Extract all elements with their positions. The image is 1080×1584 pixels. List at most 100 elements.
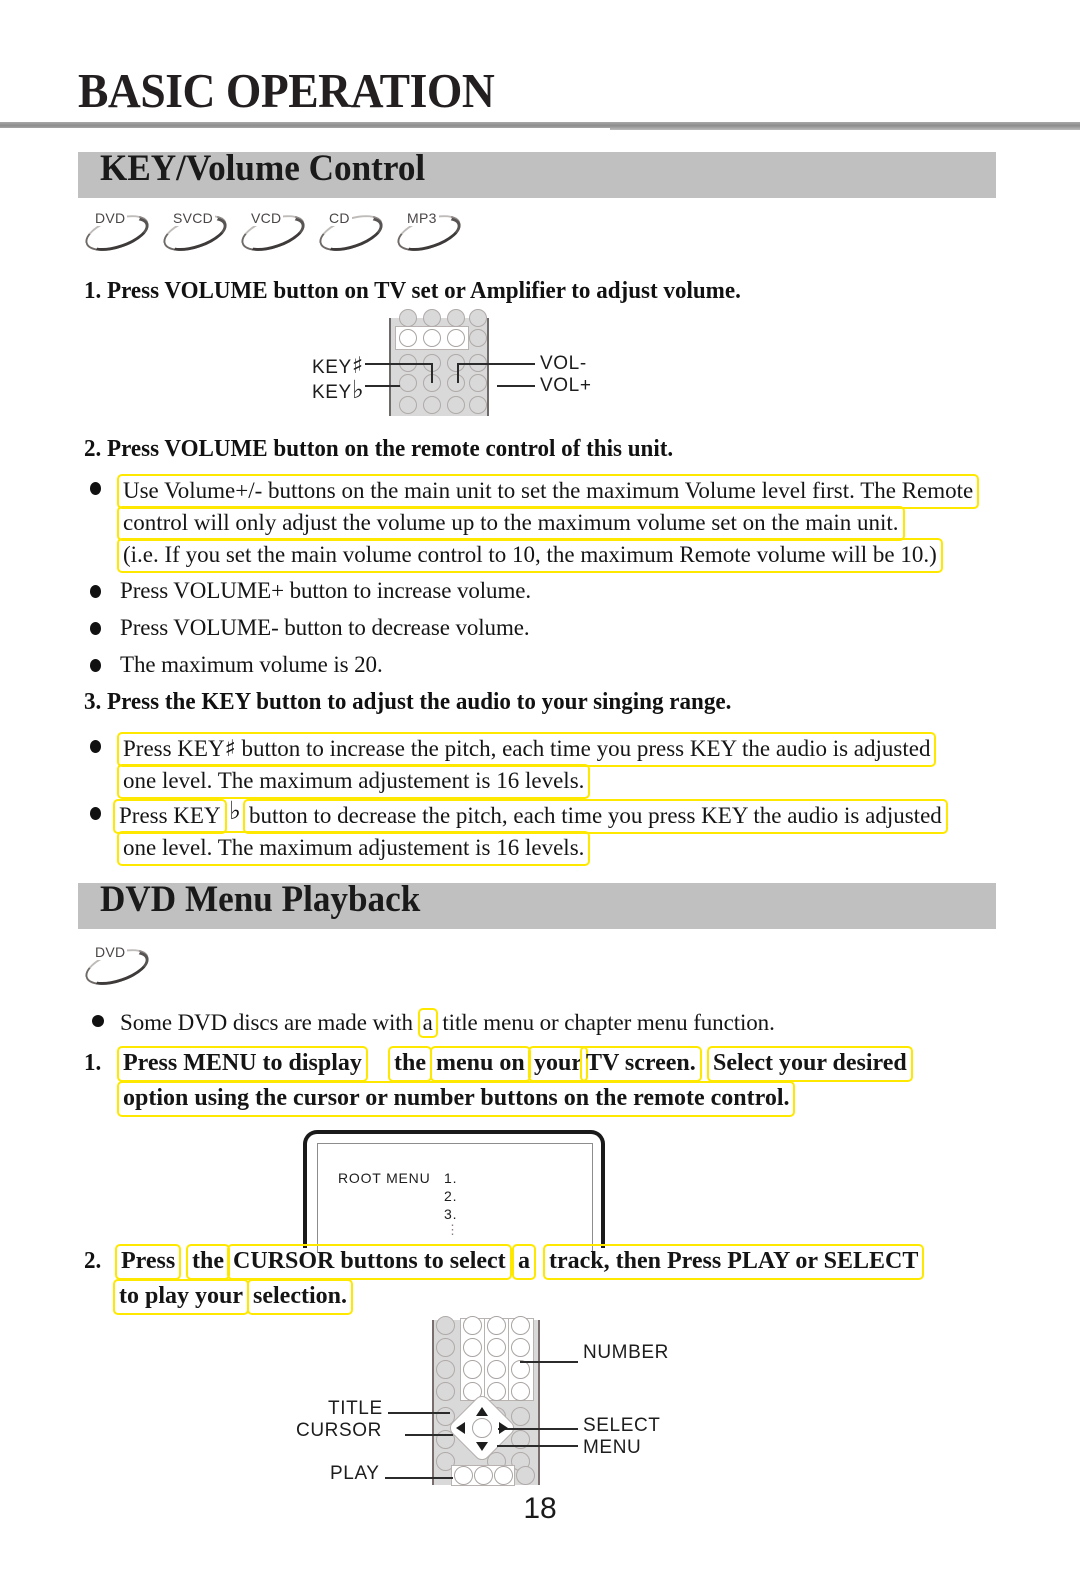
remote-button-number: [487, 1382, 506, 1401]
dvd-step-2-line-2-seg-1: to play your: [113, 1279, 250, 1315]
remote-button-number: [487, 1338, 506, 1357]
dvd-step-1-seg-4: your: [528, 1046, 588, 1082]
disc-badge-row-key-volume: DVD SVCD VCD CD MP3: [80, 208, 470, 258]
remote-button-number: [463, 1360, 482, 1379]
remote-button: [399, 396, 417, 414]
bullet-marker: [92, 1015, 104, 1027]
step-2-heading: 2. Press VOLUME button on the remote con…: [84, 436, 674, 462]
remote-button: [474, 1466, 493, 1485]
disc-badge-dvd: DVD: [80, 942, 158, 992]
leader-line-key-sharp-down: [431, 363, 433, 383]
step-3-bullet-2-prefix: Press KEY: [113, 799, 227, 834]
bullet-marker: [90, 659, 101, 672]
tv-screen-inner: ROOT MENU 1. 2. 3. ⋮: [317, 1143, 593, 1252]
step-2-bullet-1-line-2: control will only adjust the volume up t…: [117, 506, 905, 541]
disc-badge-dvd: DVD: [80, 208, 158, 258]
tv-screen-diagram: ROOT MENU 1. 2. 3. ⋮: [303, 1130, 605, 1252]
remote-button: [399, 309, 417, 327]
remote-label-vol-plus: VOL+: [540, 375, 592, 396]
step-3-bullet-1-line-2: one level. The maximum adjustement is 16…: [117, 764, 591, 799]
bullet-marker: [90, 585, 101, 598]
step-2-bullet-4: The maximum volume is 20.: [120, 652, 383, 677]
remote-grid-line: [508, 1318, 510, 1401]
disc-badge-label: VCD: [249, 210, 284, 226]
remote-button-vol-minus: [447, 374, 465, 392]
disc-badge-label: DVD: [93, 944, 128, 960]
arrow-right-icon: [499, 1422, 508, 1434]
title-divider-highlight: [0, 128, 610, 131]
dvd-step-1-seg-5: TV screen.: [580, 1046, 702, 1082]
section-header-key-volume-label: KEY/Volume Control: [100, 148, 426, 189]
remote-button-number: [511, 1338, 530, 1357]
leader-line-vol-minus: [457, 363, 535, 365]
remote-button-key-flat: [399, 374, 417, 392]
remote-button-number: [511, 1382, 530, 1401]
remote-button: [447, 329, 465, 347]
page-title: BASIC OPERATION: [78, 63, 495, 118]
bullet-marker: [90, 740, 101, 753]
tv-menu-item-1: 1.: [444, 1170, 458, 1186]
dvd-step-1-number: 1.: [84, 1050, 102, 1076]
remote-button-play: [454, 1466, 473, 1485]
bullet-marker: [90, 482, 101, 495]
highlight-segment: a: [417, 1008, 438, 1038]
remote-button-number: [463, 1316, 482, 1335]
remote-label-menu: MENU: [583, 1437, 642, 1458]
disc-badge-label: DVD: [93, 210, 128, 226]
disc-badge-mp3: MP3: [392, 208, 470, 258]
leader-line-menu: [497, 1445, 578, 1447]
disc-badge-row-dvd-menu: DVD: [80, 942, 158, 992]
disc-badge-label: CD: [327, 210, 352, 226]
remote-button-number: [487, 1360, 506, 1379]
page-number: 18: [523, 1492, 557, 1525]
remote-button-number: [511, 1360, 530, 1379]
dvd-intro-bullet: Some DVD discs are made with a title men…: [120, 1008, 775, 1038]
remote-button: [423, 396, 441, 414]
remote-button: [436, 1382, 455, 1401]
manual-page: BASIC OPERATION KEY/Volume Control DVD S…: [0, 0, 1080, 1584]
dvd-step-2-line-2-seg-2: selection.: [247, 1279, 353, 1315]
step-2-bullet-3: Press VOLUME- button to decrease volume.: [120, 615, 530, 640]
section-header-dvd-menu: DVD Menu Playback: [78, 879, 996, 929]
disc-badge-vcd: VCD: [236, 208, 314, 258]
dvd-step-2-seg-1: Press: [115, 1244, 182, 1280]
remote-label-number: NUMBER: [583, 1342, 669, 1363]
disc-badge-label: SVCD: [171, 210, 216, 226]
remote-button-number: [463, 1338, 482, 1357]
disc-badge-label: MP3: [405, 210, 439, 226]
dvd-step-2-seg-2: the: [186, 1244, 230, 1280]
remote-button-number: [487, 1316, 506, 1335]
disc-badge-svcd: SVCD: [158, 208, 236, 258]
remote-label-key-flat: KEY♭: [312, 375, 365, 404]
flat-symbol-icon: ♭: [351, 375, 365, 404]
step-1-heading: 1. Press VOLUME button on TV set or Ampl…: [84, 278, 741, 304]
tv-menu-ellipsis: ⋮: [446, 1222, 460, 1237]
step-3-bullet-1-line-1: Press KEY♯ button to increase the pitch,…: [117, 732, 937, 767]
remote-label-play: PLAY: [330, 1463, 380, 1484]
remote-label-cursor: CURSOR: [296, 1420, 382, 1441]
step-2-bullet-1-line-1: Use Volume+/- buttons on the main unit t…: [117, 474, 980, 509]
leader-line-select: [498, 1428, 578, 1430]
remote-button: [516, 1466, 535, 1485]
remote-button: [511, 1407, 530, 1426]
dvd-step-2-seg-3: CURSOR buttons to select: [227, 1244, 512, 1280]
remote-label-title: TITLE: [328, 1398, 383, 1419]
dvd-step-1-seg-6: Select your desired: [707, 1046, 913, 1082]
remote-grid-line: [484, 1318, 486, 1401]
dvd-step-1-line-2: option using the cursor or number button…: [117, 1081, 796, 1117]
step-3-bullet-2-line-1-rest: button to decrease the pitch, each time …: [243, 799, 948, 834]
arrow-left-icon: [456, 1422, 465, 1434]
dvd-step-2-number: 2.: [84, 1248, 102, 1274]
step-2-bullet-2: Press VOLUME+ button to increase volume.: [120, 578, 531, 603]
remote-button: [399, 329, 417, 347]
leader-line-key-sharp: [365, 363, 433, 365]
remote-button: [436, 1338, 455, 1357]
leader-line-vol-plus: [497, 385, 535, 387]
dvd-step-1-seg-3: menu on: [430, 1046, 531, 1082]
bullet-marker: [90, 807, 101, 820]
remote-button: [423, 309, 441, 327]
dvd-step-1-seg-2: the: [388, 1046, 432, 1082]
step-3-bullet-2-line-2: one level. The maximum adjustement is 16…: [117, 831, 591, 866]
remote-label-vol-minus: VOL-: [540, 353, 587, 374]
leader-line-key-flat: [365, 385, 400, 387]
